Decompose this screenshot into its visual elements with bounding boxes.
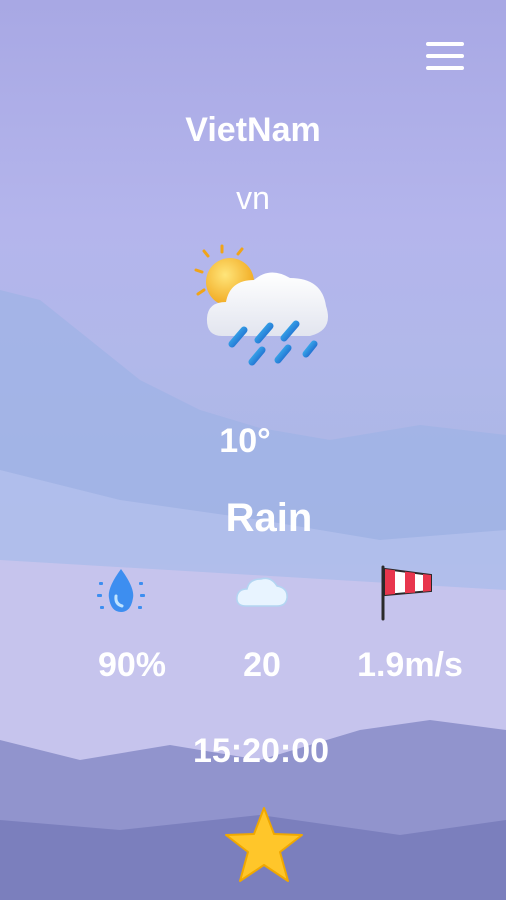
cloudiness-value: 20 — [243, 646, 281, 684]
humidity-drop-icon — [97, 569, 145, 612]
sun-behind-rain-cloud-icon — [194, 244, 328, 366]
windsock-icon — [381, 565, 432, 621]
star-icon[interactable] — [222, 805, 306, 885]
country-code: vn — [236, 180, 270, 216]
temperature: 10° — [219, 422, 271, 460]
humidity-value: 90% — [97, 646, 167, 684]
current-time: 15:20:00 — [192, 732, 330, 770]
city-name: VietNam — [185, 111, 321, 149]
menu-button[interactable] — [426, 42, 464, 70]
cloud-icon — [236, 577, 288, 607]
wind-speed-value: 1.9m/s — [357, 646, 463, 684]
hamburger-menu-icon — [426, 42, 464, 46]
weather-description: Rain — [225, 496, 313, 540]
